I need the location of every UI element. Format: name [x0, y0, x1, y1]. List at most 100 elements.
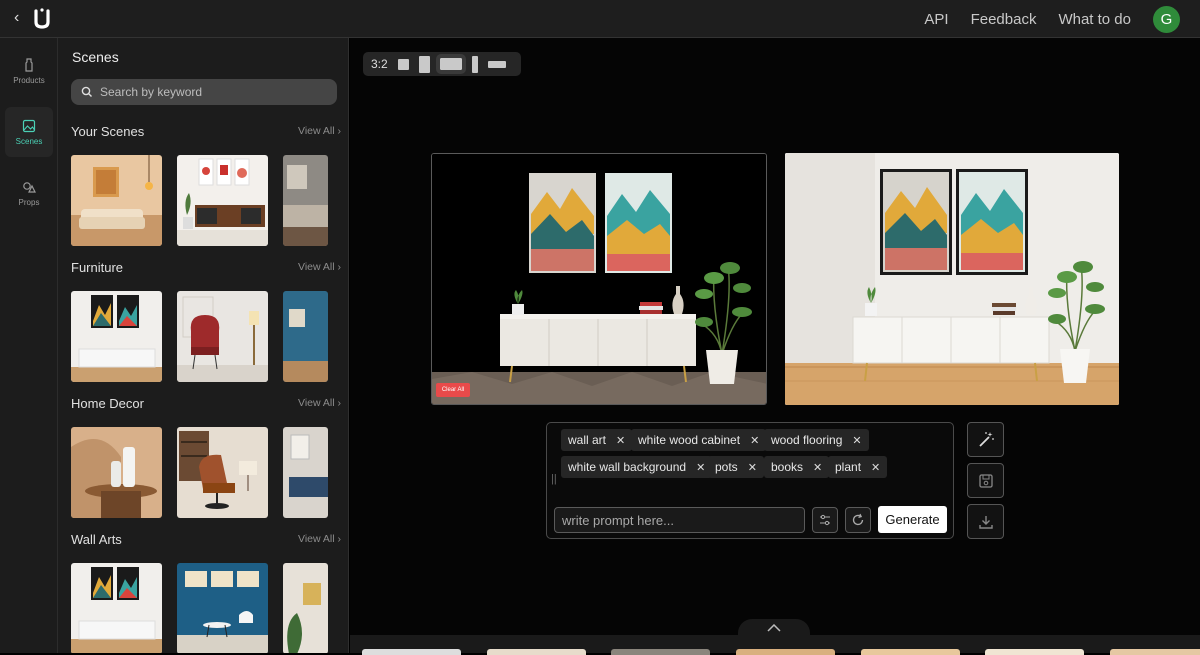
scene-image [283, 427, 328, 518]
scene-thumb[interactable] [177, 291, 268, 382]
section-home-decor: Home Decor View All › [71, 394, 341, 518]
generated-result-image[interactable] [785, 153, 1119, 405]
ratio-wide-button[interactable] [487, 60, 506, 68]
result-image [785, 153, 1119, 405]
prompt-tag: plant ✕ [828, 456, 888, 478]
composition-image [432, 154, 766, 404]
ratio-square-button[interactable] [397, 58, 409, 70]
scene-image [177, 563, 268, 653]
nav-feedback[interactable]: Feedback [971, 11, 1037, 28]
search-bar[interactable] [71, 79, 337, 105]
save-icon [978, 473, 993, 488]
section-title: Furniture [71, 259, 124, 275]
download-icon [978, 515, 993, 529]
back-icon[interactable]: ‹ [14, 9, 19, 27]
app-logo[interactable] [33, 6, 51, 30]
panel-title: Scenes [72, 49, 119, 65]
scene-thumb[interactable] [177, 563, 268, 653]
scene-thumb[interactable] [283, 427, 328, 518]
rail-item-scenes[interactable]: Scenes [5, 107, 53, 157]
nav-what-to-do[interactable]: What to do [1058, 11, 1131, 28]
scene-image [71, 155, 162, 246]
avatar[interactable]: G [1153, 5, 1180, 33]
drag-handle-icon[interactable]: || [551, 473, 557, 485]
magic-wand-icon [978, 431, 994, 447]
ratio-landscape-button[interactable] [435, 54, 466, 74]
view-all-link[interactable]: View All › [298, 125, 341, 137]
rail-item-products[interactable]: Products [5, 46, 53, 96]
scene-thumb[interactable] [177, 155, 268, 246]
magic-wand-button[interactable] [967, 422, 1004, 457]
search-input[interactable] [100, 85, 320, 99]
ratio-label: 3:2 [371, 57, 388, 71]
scene-thumb[interactable] [177, 427, 268, 518]
history-thumb[interactable] [1110, 649, 1200, 655]
section-title: Wall Arts [71, 531, 122, 547]
scene-thumb[interactable] [283, 291, 328, 382]
history-thumb[interactable] [487, 649, 586, 655]
section-furniture: Furniture View All › [71, 258, 341, 382]
chevron-up-icon [767, 624, 781, 632]
view-all-link[interactable]: View All › [298, 533, 341, 545]
rail-label-props: Props [18, 197, 40, 207]
rail-item-props[interactable]: Props [5, 168, 53, 218]
scene-thumb[interactable] [283, 563, 328, 653]
view-all-link[interactable]: View All › [298, 261, 341, 273]
history-thumb[interactable] [736, 649, 835, 655]
scene-image [71, 563, 162, 653]
remove-tag-icon[interactable]: ✕ [748, 461, 757, 474]
save-button[interactable] [967, 463, 1004, 498]
download-button[interactable] [967, 504, 1004, 539]
remove-tag-icon[interactable]: ✕ [852, 434, 861, 447]
remove-tag-icon[interactable]: ✕ [696, 461, 705, 474]
ratio-portrait-button[interactable] [418, 55, 430, 73]
workspace: 3:2 Clear All wall art ✕ white wood cabi… [350, 38, 1200, 655]
prompt-tag: wall art ✕ [561, 429, 633, 451]
scene-image [283, 155, 328, 246]
scene-thumb[interactable] [71, 291, 162, 382]
scene-thumb[interactable] [71, 427, 162, 518]
remove-tag-icon[interactable]: ✕ [750, 434, 759, 447]
scene-image [177, 291, 268, 382]
refresh-button[interactable] [845, 507, 871, 533]
shapes-icon [23, 181, 36, 193]
view-all-link[interactable]: View All › [298, 397, 341, 409]
history-thumb[interactable] [985, 649, 1084, 655]
history-thumb[interactable] [611, 649, 710, 655]
scene-thumb[interactable] [283, 155, 328, 246]
prompt-tag: pots ✕ [708, 456, 764, 478]
rail-label-scenes: Scenes [15, 136, 43, 146]
left-rail: Products Scenes Props [0, 38, 58, 653]
remove-tag-icon[interactable]: ✕ [871, 461, 880, 474]
prompt-input[interactable] [554, 507, 805, 533]
ratio-tall-button[interactable] [471, 55, 478, 73]
clear-all-button[interactable]: Clear All [436, 383, 470, 397]
prompt-tag: books ✕ [764, 456, 830, 478]
scene-image [177, 155, 268, 246]
sliders-icon [820, 514, 830, 526]
generate-button[interactable]: Generate [878, 506, 947, 533]
image-icon [22, 119, 36, 132]
refresh-icon [852, 513, 864, 526]
settings-button[interactable] [812, 507, 838, 533]
scene-thumb[interactable] [71, 155, 162, 246]
top-bar: ‹ API Feedback What to do G [0, 0, 1200, 38]
scene-image [71, 291, 162, 382]
history-thumb[interactable] [861, 649, 960, 655]
prompt-tag: white wall background ✕ [561, 456, 713, 478]
scenes-panel: Scenes Your Scenes View All › [58, 38, 349, 653]
bottle-icon [25, 57, 33, 72]
section-title: Home Decor [71, 395, 144, 411]
remove-tag-icon[interactable]: ✕ [813, 461, 822, 474]
search-icon [81, 86, 92, 97]
composition-canvas[interactable]: Clear All [431, 153, 767, 405]
rail-label-products: Products [13, 75, 45, 85]
nav-api[interactable]: API [924, 11, 948, 28]
top-nav: API Feedback What to do G [924, 0, 1180, 38]
remove-tag-icon[interactable]: ✕ [616, 434, 625, 447]
scene-thumb[interactable] [71, 563, 162, 653]
scene-image [71, 427, 162, 518]
history-thumb[interactable] [362, 649, 461, 655]
scene-image [283, 291, 328, 382]
expand-history-button[interactable] [738, 619, 810, 637]
